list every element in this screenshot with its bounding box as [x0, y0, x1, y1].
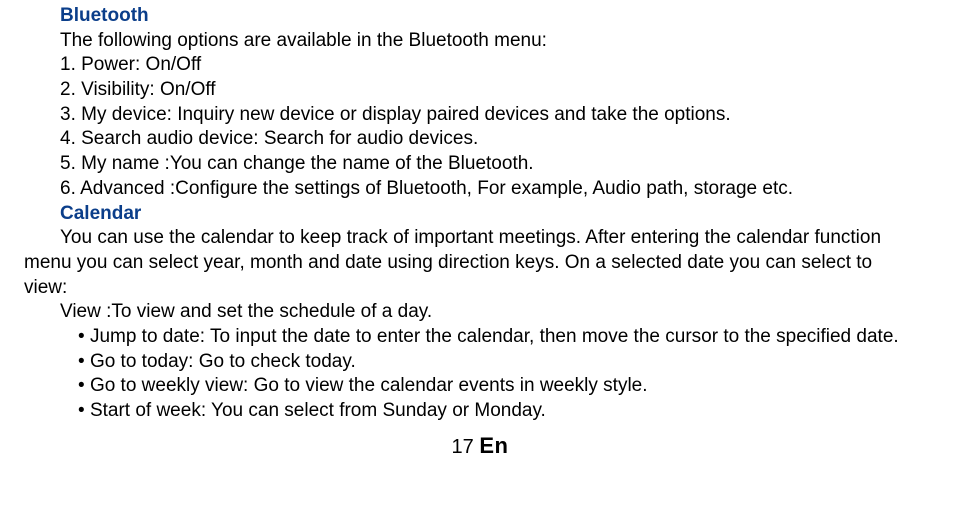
option-1: 1. Power: On/Off: [24, 53, 936, 78]
calendar-para-line3: view:: [24, 276, 936, 301]
bullet-go-to-weekly: Go to weekly view: Go to view the calend…: [78, 374, 936, 399]
option-4: 4. Search audio device: Search for audio…: [24, 127, 936, 152]
option-3: 3. My device: Inquiry new device or disp…: [24, 103, 936, 128]
page-number: 17: [452, 436, 474, 458]
intro-text: The following options are available in t…: [24, 29, 936, 54]
bullet-jump-to-date: Jump to date: To input the date to enter…: [78, 325, 936, 350]
bullet-start-of-week: Start of week: You can select from Sunda…: [78, 399, 936, 424]
option-6: 6. Advanced :Configure the settings of B…: [24, 177, 936, 202]
calendar-para-line2: menu you can select year, month and date…: [24, 251, 936, 276]
option-2: 2. Visibility: On/Off: [24, 78, 936, 103]
calendar-view-line: View :To view and set the schedule of a …: [24, 300, 936, 325]
calendar-para-line1: You can use the calendar to keep track o…: [24, 226, 936, 251]
option-5: 5. My name :You can change the name of t…: [24, 152, 936, 177]
page-footer: 17 En: [24, 432, 936, 461]
calendar-bullet-list: Jump to date: To input the date to enter…: [24, 325, 936, 424]
bullet-go-to-today: Go to today: Go to check today.: [78, 350, 936, 375]
lang-indicator: En: [479, 433, 508, 458]
section-title-calendar: Calendar: [24, 202, 936, 227]
section-title-bluetooth: Bluetooth: [24, 4, 936, 29]
